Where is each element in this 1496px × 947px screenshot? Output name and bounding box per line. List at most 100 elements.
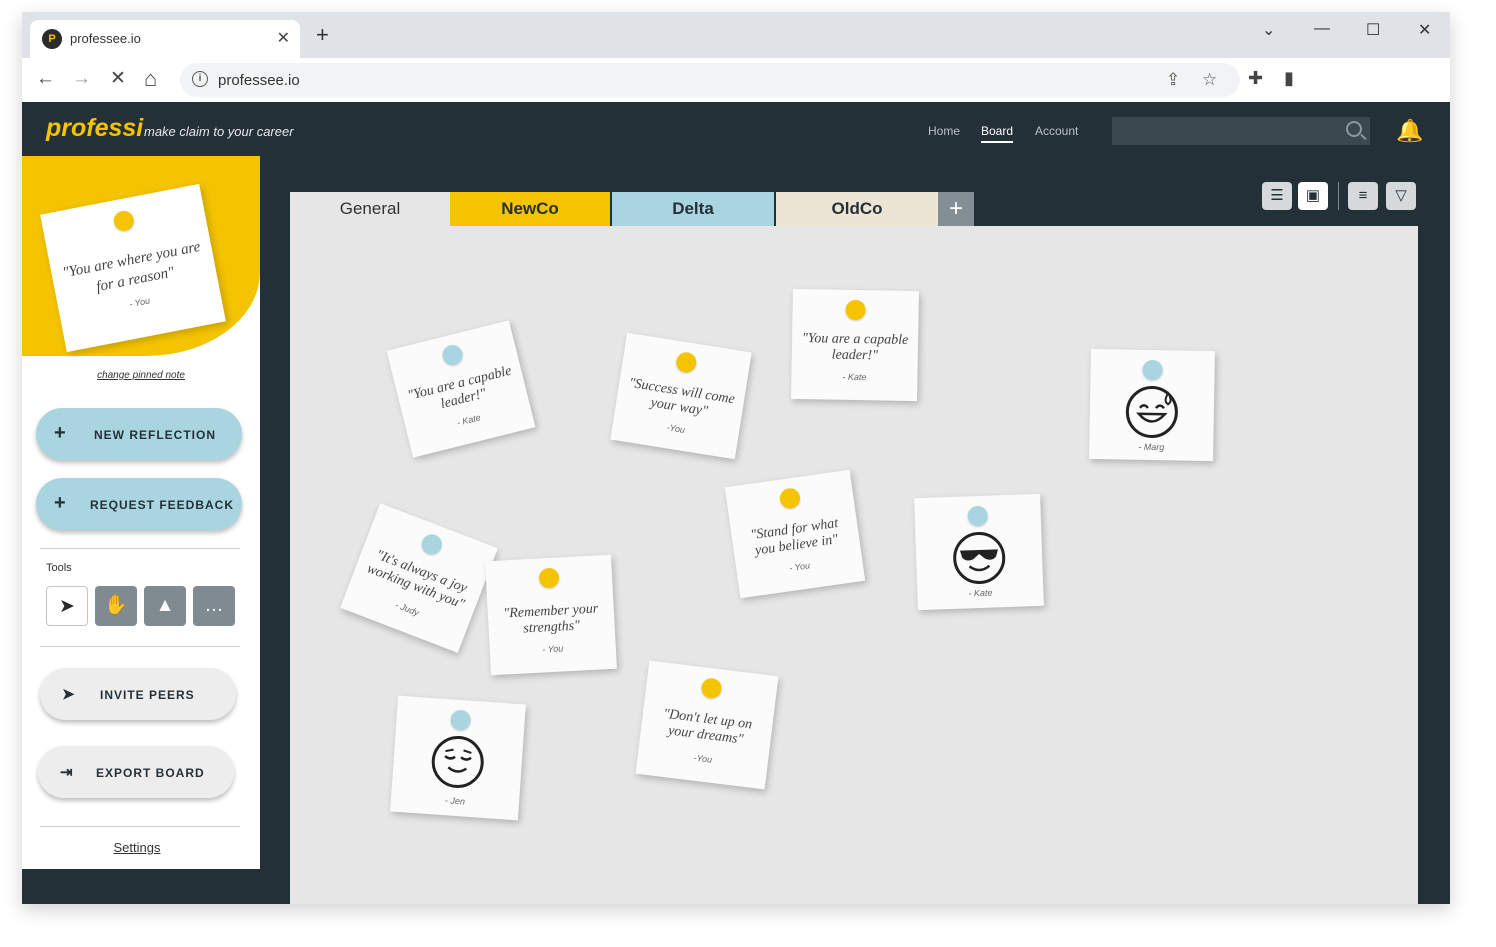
sticky-note[interactable]: "Don't let up on your dreams" -You (635, 660, 779, 790)
tab-oldco[interactable]: OldCo (776, 192, 938, 226)
notifications-bell-icon[interactable]: 🔔 (1396, 118, 1423, 144)
view-separator (1338, 182, 1339, 210)
nav-board[interactable]: Board (981, 124, 1014, 143)
sticky-note[interactable]: "Success will come your way" -You (610, 332, 752, 460)
search-icon[interactable] (1346, 121, 1362, 137)
invite-peers-label: INVITE PEERS (100, 688, 195, 702)
grin-sweat-emoji-icon (1125, 385, 1179, 439)
request-feedback-button[interactable]: + REQUEST FEEDBACK (36, 478, 242, 530)
app-logo[interactable]: professi (46, 114, 143, 143)
note-author: - Kate (968, 587, 993, 599)
export-icon: ⇥ (60, 764, 74, 781)
note-author: - Jen (444, 795, 466, 807)
address-url: professee.io (218, 72, 300, 89)
note-quote: "You are a capable leader!" (801, 331, 909, 364)
side-panel-icon[interactable]: ▮ (1284, 68, 1294, 89)
stamp-tool-icon[interactable]: ▲ (144, 586, 186, 626)
settings-link[interactable]: Settings (22, 840, 252, 855)
minimize-icon[interactable]: — (1314, 20, 1330, 38)
new-reflection-button[interactable]: + NEW REFLECTION (36, 408, 242, 460)
note-quote: "It's always a joy working with you" (364, 547, 470, 613)
sticky-note[interactable]: "You are a capable leader!" - Kate (386, 320, 536, 458)
tab-general[interactable]: General (290, 192, 450, 226)
tab-newco[interactable]: NewCo (450, 192, 610, 226)
app-header: professi make claim to your career Home … (22, 102, 1450, 156)
browser-window: P professee.io ✕ + ⌄ — ☐ ✕ ← → ✕ ⌂ i pro… (22, 12, 1450, 904)
sidebar: "You are where you are for a reason" - Y… (22, 156, 260, 869)
sidebar-divider (40, 646, 240, 647)
note-author: - Marg (1138, 441, 1165, 453)
sticky-note[interactable]: - Marg (1089, 348, 1215, 462)
sticky-note[interactable]: "You are a capable leader!" - Kate (791, 288, 919, 402)
extensions-icon[interactable]: ✚ (1248, 68, 1263, 89)
request-feedback-label: REQUEST FEEDBACK (90, 498, 235, 512)
invite-peers-button[interactable]: ➤ INVITE PEERS (40, 668, 236, 720)
search-input[interactable] (1112, 117, 1370, 145)
plus-icon: + (54, 492, 67, 514)
board-canvas[interactable]: "You are a capable leader!" - Kate "Succ… (290, 226, 1418, 904)
tab-delta[interactable]: Delta (612, 192, 774, 226)
home-icon[interactable]: ⌂ (144, 68, 157, 90)
tab-search-icon[interactable]: ⌄ (1262, 20, 1275, 40)
note-quote: "Remember your strengths" (503, 601, 599, 637)
address-bar[interactable]: i professee.io ⇪ ☆ (180, 63, 1240, 97)
browser-tab[interactable]: P professee.io ✕ (30, 20, 300, 58)
pin-icon (1142, 359, 1163, 381)
sticky-note[interactable]: "Stand for what you believe in" - You (724, 469, 866, 599)
pin-icon (538, 567, 560, 589)
site-info-icon[interactable]: i (192, 71, 208, 87)
pin-icon (440, 342, 465, 368)
board-view-icon[interactable]: ▣ (1298, 182, 1328, 210)
nav-home[interactable]: Home (928, 124, 960, 138)
note-quote: "Don't let up on your dreams" (662, 706, 753, 748)
pin-icon (449, 709, 472, 731)
stop-loading-icon[interactable]: ✕ (110, 68, 126, 90)
comment-tool-icon[interactable]: … (193, 586, 235, 626)
send-icon: ➤ (62, 686, 76, 703)
new-reflection-label: NEW REFLECTION (94, 428, 216, 442)
sort-icon[interactable]: ≡ (1348, 182, 1378, 210)
export-board-label: EXPORT BOARD (96, 766, 205, 780)
list-view-icon[interactable]: ☰ (1262, 182, 1292, 210)
pin-icon (112, 209, 136, 233)
close-tab-icon[interactable]: ✕ (277, 28, 290, 48)
filter-icon[interactable]: ▽ (1386, 182, 1416, 210)
new-tab-icon[interactable]: + (316, 24, 329, 46)
browser-toolbar: ← → ✕ ⌂ i professee.io ⇪ ☆ ✚ ▮ (22, 58, 1450, 102)
export-board-button[interactable]: ⇥ EXPORT BOARD (38, 746, 234, 798)
pin-icon (778, 487, 802, 510)
share-icon[interactable]: ⇪ (1166, 70, 1180, 90)
back-icon[interactable]: ← (36, 68, 55, 90)
sidebar-divider (40, 548, 240, 549)
note-quote: "Stand for what you believe in" (749, 515, 840, 559)
browser-tabstrip: P professee.io ✕ + ⌄ — ☐ ✕ (22, 12, 1450, 58)
plus-icon: + (54, 422, 67, 444)
tools-label: Tools (46, 562, 72, 574)
sidebar-divider (40, 826, 240, 827)
relieved-emoji-icon (429, 734, 486, 790)
favicon-icon: P (42, 29, 62, 49)
app-tagline: make claim to your career (144, 124, 294, 139)
change-pinned-note-link[interactable]: change pinned note (22, 370, 260, 381)
sticky-note[interactable]: - Jen (390, 695, 526, 821)
maximize-icon[interactable]: ☐ (1366, 20, 1380, 40)
window-close-icon[interactable]: ✕ (1418, 20, 1431, 40)
browser-tab-title: professee.io (70, 31, 141, 46)
pin-icon (700, 677, 723, 700)
pin-icon (845, 299, 866, 321)
bookmark-star-icon[interactable]: ☆ (1202, 70, 1217, 90)
sticky-note[interactable]: - Kate (914, 493, 1044, 611)
pin-icon (967, 505, 989, 527)
note-author: - You (542, 643, 564, 655)
add-tab-button[interactable]: + (938, 192, 974, 226)
sticky-note[interactable]: "It's always a joy working with you" - J… (340, 503, 498, 653)
pointer-tool-icon[interactable]: ➤ (46, 586, 88, 626)
hand-tool-icon[interactable]: ✋ (95, 586, 137, 626)
forward-icon[interactable]: → (72, 68, 91, 90)
pin-icon (418, 531, 445, 558)
sunglasses-emoji-icon (952, 531, 1007, 585)
note-author: -You (693, 752, 713, 765)
pin-icon (674, 350, 698, 374)
sticky-note[interactable]: "Remember your strengths" - You (485, 554, 617, 676)
nav-account[interactable]: Account (1035, 124, 1078, 138)
